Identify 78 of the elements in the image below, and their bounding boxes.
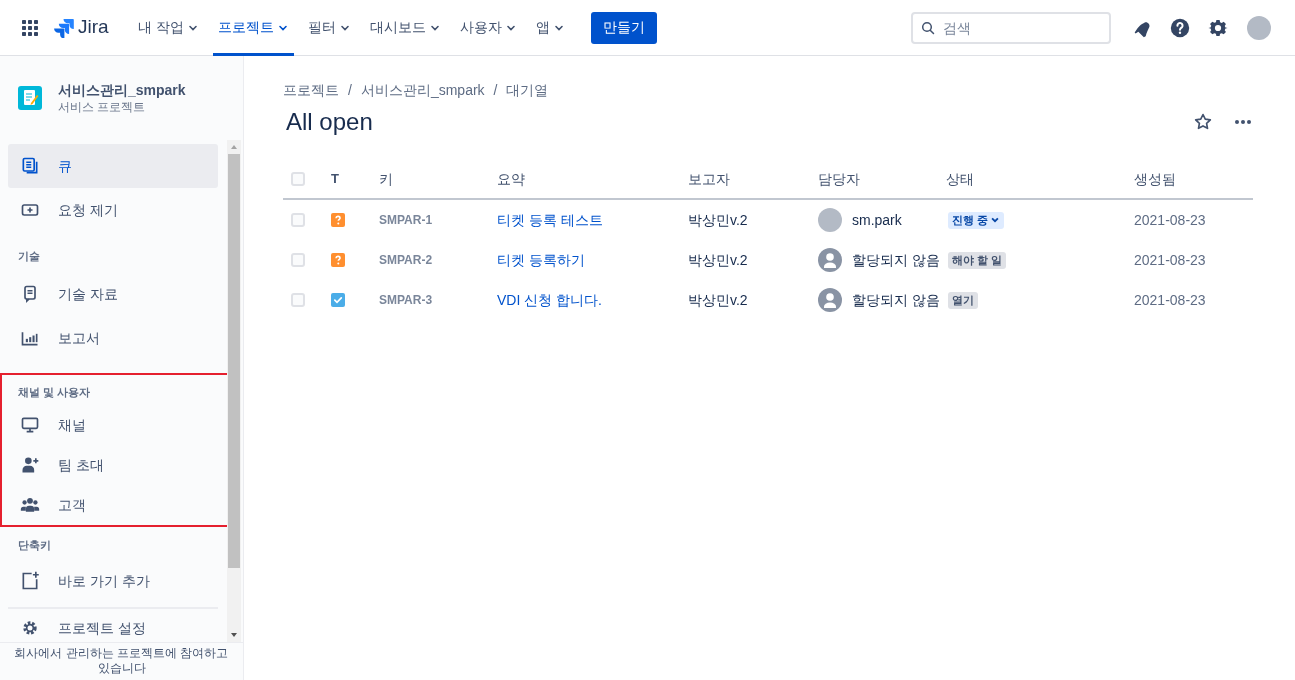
reporter-name: 박상민v.2 [688, 210, 749, 230]
sidebar-item[interactable]: 고객 [8, 485, 218, 525]
assignee-name: 할당되지 않음 [852, 250, 940, 270]
breadcrumb-separator: / [348, 80, 352, 100]
select-all-checkbox[interactable] [291, 172, 305, 186]
column-header[interactable]: 요약 [497, 168, 688, 190]
add-shortcut-icon [20, 571, 40, 591]
breadcrumb-separator: / [493, 80, 498, 100]
status-dropdown[interactable]: 진행 중 [948, 211, 1005, 229]
row-checkbox[interactable] [291, 213, 305, 227]
created-date: 2021-08-23 [1134, 210, 1207, 230]
monitor-icon [20, 415, 40, 435]
reporter-name: 박상민v.2 [688, 290, 749, 310]
star-icon[interactable] [1193, 112, 1213, 132]
issue-key[interactable]: SMPAR-1 [379, 211, 497, 229]
nav-menu-item[interactable]: 대시보드 [362, 0, 448, 56]
footer-note: 회사에서 관리하는 프로젝트에 참여하고 있습니다 [0, 642, 243, 680]
nav-menu-item[interactable]: 프로젝트 [210, 0, 296, 56]
issue-summary-link[interactable]: 티켓 등록하기 [497, 249, 688, 271]
breadcrumb-link[interactable]: 대기열 [506, 79, 549, 101]
issue-summary-link[interactable]: VDI 신청 합니다. [497, 289, 688, 311]
column-header[interactable]: 키 [379, 168, 497, 190]
created-date: 2021-08-23 [1134, 290, 1207, 310]
nav-menu-item[interactable]: 사용자 [452, 0, 524, 56]
column-header[interactable]: T [331, 169, 379, 189]
app-logo-text[interactable]: Jira [78, 13, 109, 42]
queue-icon [20, 156, 40, 176]
column-header[interactable]: 담당자 [818, 168, 946, 190]
project-icon [18, 86, 42, 110]
project-name: 서비스관리_smpark [58, 81, 186, 99]
task-type-icon [331, 293, 345, 307]
sidebar-item[interactable]: 프로젝트 설정 [8, 613, 218, 642]
sidebar-item[interactable]: 보고서 [8, 316, 218, 360]
page-title: All open [286, 107, 374, 137]
add-person-icon [20, 455, 40, 475]
reporter-name: 박상민v.2 [688, 250, 749, 270]
section-heading: 기술 [17, 248, 41, 264]
sidebar-item[interactable]: 바로 가기 추가 [8, 559, 218, 603]
default-avatar-icon [818, 288, 842, 312]
issue-key[interactable]: SMPAR-3 [379, 291, 497, 309]
nav-menu-item[interactable]: 내 작업 [130, 0, 206, 56]
status-label: 해야 할 일 [948, 251, 1007, 269]
assignee-name: 할당되지 않음 [852, 290, 940, 310]
row-checkbox[interactable] [291, 293, 305, 307]
help-icon[interactable] [1169, 16, 1191, 39]
logo-icon[interactable] [54, 17, 74, 38]
status-label: 열기 [948, 291, 978, 309]
sidebar-item[interactable]: 요청 제기 [8, 188, 218, 232]
create-button[interactable]: 만들기 [590, 11, 657, 44]
nav-menu-item[interactable]: 앱 [528, 0, 572, 56]
row-checkbox[interactable] [291, 253, 305, 267]
scroll-down-icon[interactable] [230, 631, 238, 639]
created-date: 2021-08-23 [1134, 250, 1207, 270]
column-header[interactable]: 상태 [946, 168, 1134, 190]
sidebar-item[interactable]: 큐 [8, 144, 218, 188]
column-header[interactable]: 보고자 [688, 168, 818, 190]
nav-menu-item[interactable]: 필터 [300, 0, 358, 56]
sidebar-item[interactable]: 기술 자료 [8, 272, 218, 316]
breadcrumb-link[interactable]: 프로젝트 [283, 79, 339, 101]
breadcrumb-link[interactable]: 서비스관리_smpark [360, 79, 485, 101]
question-type-icon [331, 253, 345, 267]
issue-summary-link[interactable]: 티켓 등록 테스트 [497, 209, 688, 231]
question-type-icon [331, 213, 345, 227]
section-heading: 단축키 [17, 537, 52, 553]
column-header[interactable]: 생성됨 [1134, 168, 1253, 190]
avatar-placeholder [818, 208, 842, 232]
sidebar-item[interactable]: 채널 [8, 405, 218, 445]
apps-menu-icon[interactable] [20, 17, 40, 38]
sidebar-item[interactable]: 팀 초대 [8, 445, 218, 485]
assignee-name: sm.park [852, 210, 902, 230]
scrollbar[interactable] [227, 140, 241, 642]
search-icon [921, 20, 935, 35]
search-field[interactable]: 검색 [911, 11, 1111, 44]
project-type: 서비스 프로젝트 [58, 99, 147, 115]
people-icon [20, 495, 40, 515]
issue-key[interactable]: SMPAR-2 [379, 251, 497, 269]
section-heading: 채널 및 사용자 [17, 384, 92, 400]
default-avatar-icon [818, 248, 842, 272]
